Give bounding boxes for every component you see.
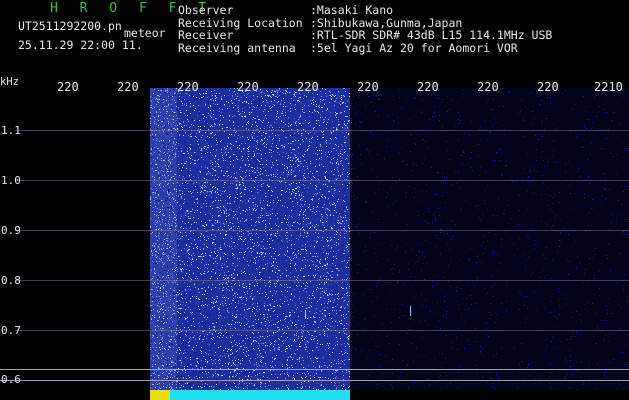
x-tick-label: 220 <box>117 80 139 94</box>
header: H R O F F T UT2511292200.pn meteor 25.11… <box>0 0 629 74</box>
y-tick-label: 0.8 <box>1 274 21 287</box>
x-tick-label: 220 <box>417 80 439 94</box>
x-tick-label: 220 <box>57 80 79 94</box>
grid-line <box>15 180 629 181</box>
grid-line <box>15 330 629 331</box>
bottom-signal-strip <box>150 390 350 400</box>
axis-unit-label: kHz <box>0 76 19 88</box>
y-tick-label: 0.6 <box>1 373 21 386</box>
reference-line-lower <box>0 380 629 381</box>
x-tick-label: 220 <box>537 80 559 94</box>
x-tick-label: 220 <box>297 80 319 94</box>
reference-line-upper <box>0 369 629 370</box>
x-tick-label: 220 <box>177 80 199 94</box>
y-tick-label: 0.9 <box>1 224 21 237</box>
signal-band-main <box>177 88 350 390</box>
grid-line <box>15 130 629 131</box>
y-tick-label: 0.7 <box>1 324 21 337</box>
y-tick-label: 1.0 <box>1 174 21 187</box>
station-info: Observer:Masaki Kano Receiving Location:… <box>178 4 552 54</box>
x-tick-label: 2210 <box>594 80 623 94</box>
antenna-row: Receiving antenna:5el Yagi Az 20 for Aom… <box>178 40 518 55</box>
grid-line <box>15 230 629 231</box>
spectrogram-window: H R O F F T UT2511292200.pn meteor 25.11… <box>0 0 629 400</box>
x-tick-label: 220 <box>477 80 499 94</box>
file-name: UT2511292200.pn <box>18 19 122 33</box>
signal-band-edge <box>150 88 177 390</box>
x-tick-label: 220 <box>237 80 259 94</box>
timestamp: 25.11.29 22:00 11. <box>18 38 143 52</box>
grid-line <box>15 280 629 281</box>
meteor-echo-mark <box>410 306 411 316</box>
bottom-signal-marker <box>150 390 170 400</box>
x-tick-label: 220 <box>357 80 379 94</box>
background-noise-band <box>350 88 629 390</box>
y-tick-label: 1.1 <box>1 124 21 137</box>
meteor-echo-mark <box>305 310 306 318</box>
